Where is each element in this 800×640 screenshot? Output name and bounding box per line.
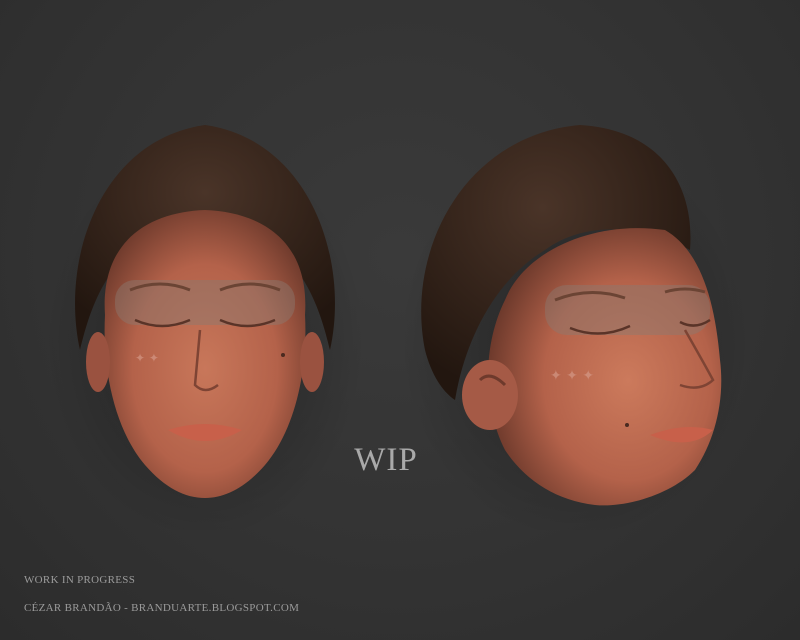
head-render-three-quarter: ✦ ✦ ✦ — [400, 125, 750, 530]
mole — [281, 353, 285, 357]
right-ear — [300, 332, 324, 392]
cheek-star-icon: ✦ ✦ — [135, 351, 159, 365]
cheek-star-icon: ✦ ✦ ✦ — [550, 368, 594, 384]
credit-caption: CÉZAR BRANDÃO - BRANDUARTE.BLOGSPOT.COM — [24, 602, 300, 614]
wip-label: WIP — [354, 442, 418, 478]
left-ear — [86, 332, 110, 392]
head-render-front: ✦ ✦ — [45, 125, 365, 530]
status-caption: WORK IN PROGRESS — [24, 574, 136, 586]
mole — [625, 423, 629, 427]
ear — [462, 360, 518, 430]
